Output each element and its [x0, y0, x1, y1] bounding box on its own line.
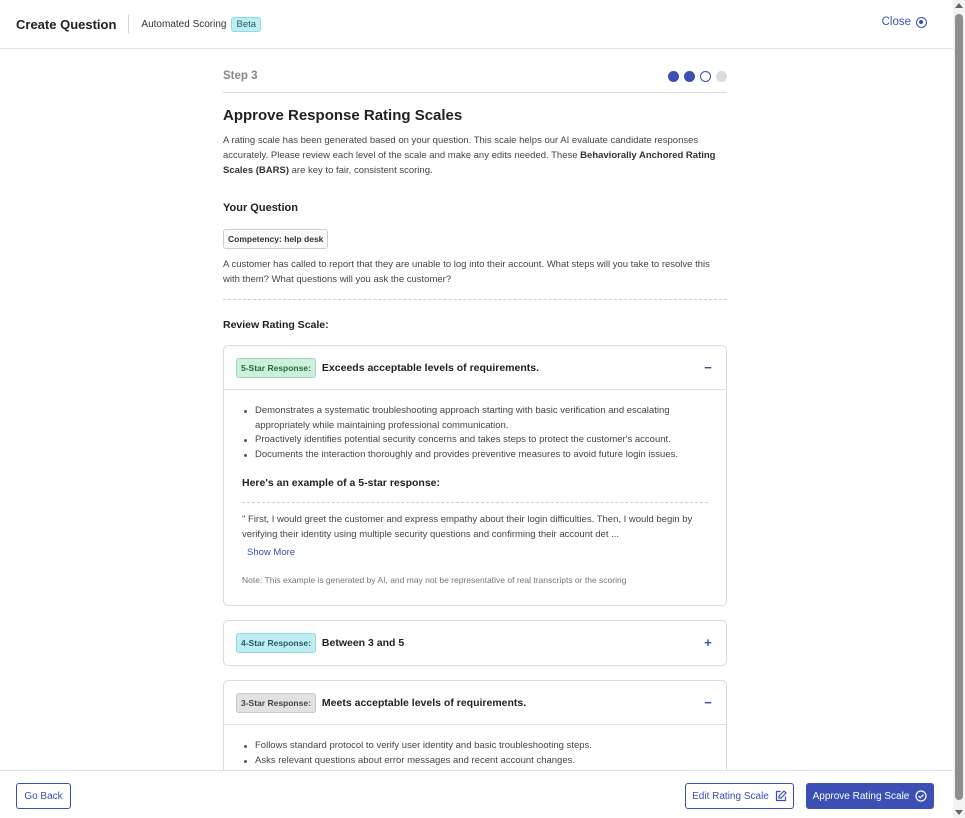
review-rating-heading: Review Rating Scale: [223, 319, 329, 331]
show-more-link[interactable]: Show More [247, 547, 295, 558]
star-badge: 3-Star Response: [236, 692, 316, 713]
list-item: Documents the interaction thoroughly and… [242, 448, 708, 463]
collapse-icon[interactable]: − [702, 360, 714, 375]
step-dot-4 [716, 70, 727, 82]
list-item: Demonstrates a systematic troubleshootin… [242, 404, 708, 433]
go-back-label: Go Back [24, 790, 63, 802]
example-text: " First, I would greet the customer and … [242, 514, 693, 540]
list-item: Follows standard protocol to verify user… [242, 739, 708, 754]
competency-chip: Competency: help desk [223, 229, 329, 249]
step-dot-1 [668, 70, 679, 82]
list-item: Asks relevant questions about error mess… [242, 754, 708, 769]
rating-card-3-star: 3-Star Response: Meets acceptable levels… [223, 680, 727, 770]
your-question-heading: Your Question [223, 202, 298, 214]
section-title: Approve Response Rating Scales [223, 107, 463, 124]
go-back-button[interactable]: Go Back [16, 783, 71, 809]
page-title: Create Question [16, 16, 117, 32]
expand-icon[interactable]: + [702, 635, 714, 650]
rating-card-header[interactable]: 5-Star Response: Exceeds acceptable leve… [224, 346, 726, 390]
step-dot-3 [700, 70, 711, 82]
edit-icon [775, 790, 787, 802]
content-column: Step 3 Approve Response Rating Scales A … [223, 50, 727, 770]
rating-card-header[interactable]: 4-Star Response: Between 3 and 5 + [224, 621, 726, 665]
rating-card-body: Demonstrates a systematic troubleshootin… [224, 390, 726, 605]
rating-card-title: Between 3 and 5 [321, 637, 405, 649]
step-dot-2 [684, 70, 695, 82]
criteria-list: Follows standard protocol to verify user… [242, 739, 708, 768]
rating-card-4-star: 4-Star Response: Between 3 and 5 + [223, 620, 727, 666]
intro-text: A rating scale has been generated based … [223, 133, 727, 178]
scroll-up-icon[interactable] [955, 3, 963, 8]
scroll-down-icon[interactable] [955, 810, 963, 815]
close-button[interactable]: Close [882, 16, 927, 28]
main-scroll-area[interactable]: Step 3 Approve Response Rating Scales A … [0, 50, 953, 770]
intro-suffix: are key to fair, consistent scoring. [289, 165, 433, 176]
close-label: Close [881, 16, 911, 28]
check-circle-icon [915, 790, 927, 802]
rating-card-5-star: 5-Star Response: Exceeds acceptable leve… [223, 345, 727, 606]
header-divider [128, 15, 130, 33]
step-indicator: Step 3 [223, 50, 727, 93]
approve-rating-scale-button[interactable]: Approve Rating Scale [806, 783, 934, 809]
scrollbar[interactable] [953, 0, 965, 818]
header-bar: Create Question Automated Scoring Beta C… [0, 0, 953, 49]
star-badge: 4-Star Response: [236, 633, 316, 653]
scroll-thumb[interactable] [955, 14, 963, 800]
example-heading: Here's an example of a 5-star response: [242, 477, 708, 503]
rating-card-title: Exceeds acceptable levels of requirement… [321, 361, 540, 374]
rating-card-header[interactable]: 3-Star Response: Meets acceptable levels… [224, 681, 726, 725]
list-item: Proactively identifies potential securit… [242, 433, 708, 448]
collapse-icon[interactable]: − [702, 695, 714, 710]
edit-rating-scale-button[interactable]: Edit Rating Scale [685, 783, 794, 809]
close-icon [916, 16, 927, 28]
criteria-list: Demonstrates a systematic troubleshootin… [242, 404, 708, 462]
footer-bar: Go Back Edit Rating Scale Approve Rating… [0, 770, 953, 818]
step-progress-dots [668, 70, 727, 82]
rating-card-title: Meets acceptable levels of requirements. [321, 696, 527, 709]
header-subtitle: Automated Scoring [141, 18, 227, 30]
star-badge: 5-Star Response: [236, 357, 316, 378]
ai-note: Note: This example is generated by AI, a… [242, 575, 627, 585]
edit-label: Edit Rating Scale [692, 790, 769, 802]
rating-card-body: Follows standard protocol to verify user… [224, 725, 726, 770]
step-label: Step 3 [223, 70, 258, 82]
approve-label: Approve Rating Scale [812, 790, 910, 802]
beta-badge: Beta [231, 16, 262, 32]
question-text: A customer has called to report that the… [223, 257, 727, 300]
